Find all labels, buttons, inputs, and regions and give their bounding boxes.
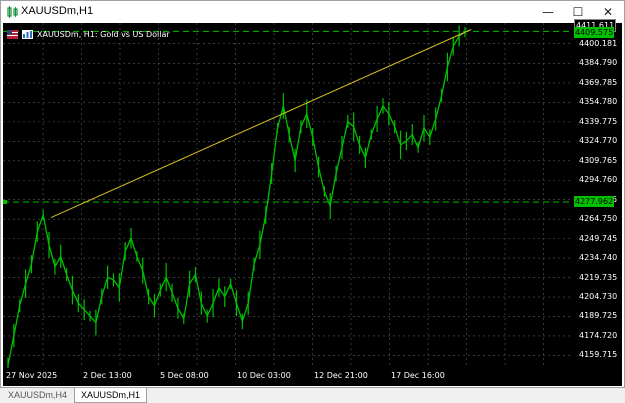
y-tick-label: 4234.740: [579, 253, 618, 263]
y-tick-label: 4339.775: [579, 116, 618, 126]
flag-icon: [7, 29, 18, 39]
hline-price-badge: 4277.962: [574, 196, 615, 208]
x-tick-label: 12 Dec 21:00: [314, 371, 368, 380]
x-tick-label: 5 Dec 08:00: [160, 371, 209, 380]
chart-window: XAUUSDm,H1 — ☐ ✕ XAUUSDm, H1: Gold vs US…: [0, 0, 625, 388]
y-tick-label: 4309.765: [579, 155, 618, 165]
y-tick-label: 4159.715: [579, 350, 618, 360]
x-tick-label: 27 Nov 2025: [6, 371, 58, 380]
x-tick-label: 10 Dec 03:00: [237, 371, 291, 380]
y-tick-label: 4174.720: [579, 330, 618, 340]
y-tick-label: 4369.785: [579, 77, 618, 87]
chart-candles-icon: [7, 6, 18, 18]
tab-xauusdm-h1[interactable]: XAUUSDm,H1: [74, 388, 148, 403]
x-tick-label: 2 Dec 13:00: [83, 371, 132, 380]
y-tick-label: 4324.770: [579, 136, 618, 146]
y-tick-label: 4249.745: [579, 233, 618, 243]
tab-xauusdm-h4[interactable]: XAUUSDm,H4: [2, 388, 73, 402]
window-title: XAUUSDm,H1: [21, 5, 94, 17]
y-tick-label: 4204.730: [579, 292, 618, 301]
y-tick-label: 4400.181: [579, 38, 618, 48]
y-tick-label: 4354.780: [579, 97, 618, 107]
minimize-button[interactable]: —: [533, 1, 563, 23]
price-chart[interactable]: XAUUSDm, H1: Gold vs US Dollar 4400.181 4…: [3, 18, 622, 386]
y-tick-label: 4384.790: [579, 58, 618, 68]
chart-header: XAUUSDm, H1: Gold vs US Dollar: [7, 28, 170, 40]
price-scale[interactable]: 4400.181 4384.790 4369.785 4354.780 4339.775…: [573, 18, 622, 368]
trade-panel-icon[interactable]: [22, 29, 33, 39]
chart-tabs: XAUUSDm,H4 XAUUSDm,H1: [0, 388, 625, 403]
time-scale[interactable]: 27 Nov 2025 2 Dec 13:00 5 Dec 08:00 10 Dec …: [3, 368, 622, 386]
x-tick-label: 17 Dec 16:00: [391, 371, 445, 380]
title-bar[interactable]: XAUUSDm,H1 — ☐ ✕: [1, 1, 624, 23]
y-tick-label: 4294.760: [579, 175, 618, 185]
y-tick-label: 4219.735: [579, 272, 618, 282]
y-tick-label: 4264.750: [579, 214, 618, 224]
bid-price-badge: 4409.575: [574, 26, 615, 38]
chart-plot[interactable]: [3, 23, 573, 368]
hline-anchor-marker[interactable]: [3, 200, 7, 205]
y-tick-label: 4189.725: [579, 311, 618, 321]
chart-symbol-label: XAUUSDm, H1: Gold vs US Dollar: [37, 29, 170, 39]
